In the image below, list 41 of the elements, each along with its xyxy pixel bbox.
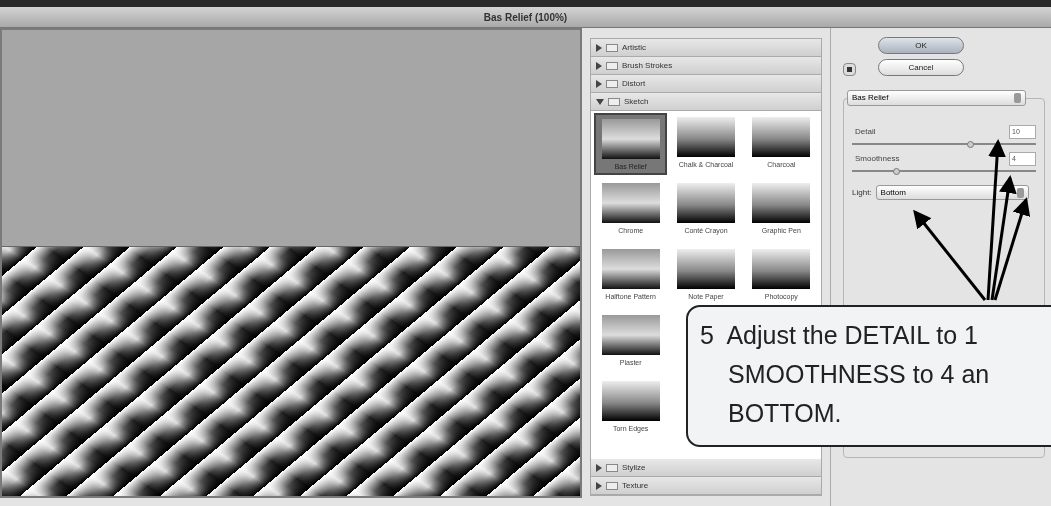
callout-text: SMOOTHNESS to 4 an — [728, 359, 990, 390]
slider-track[interactable] — [852, 168, 1036, 175]
filter-preview-image — [601, 183, 660, 223]
filter-preview-image — [752, 117, 811, 157]
filter-preview-image — [677, 249, 735, 289]
folder-icon — [608, 97, 620, 106]
stepper-icon — [1014, 93, 1021, 103]
category-row[interactable]: Stylize — [591, 459, 821, 477]
collapse-icon[interactable] — [843, 63, 856, 76]
filter-preview-image — [677, 183, 735, 223]
slider-thumb[interactable] — [966, 141, 974, 148]
slider-thumb[interactable] — [893, 168, 901, 175]
folder-icon — [606, 61, 618, 70]
filter-preview-image — [601, 315, 660, 355]
category-row[interactable]: Artistic — [591, 39, 821, 57]
ok-button[interactable]: OK — [878, 37, 964, 54]
category-row[interactable]: Texture — [591, 477, 821, 495]
slider-label: Detail — [855, 126, 876, 138]
category-row[interactable]: Brush Strokes — [591, 57, 821, 75]
window-title: Bas Relief (100%) — [483, 10, 568, 25]
filter-dropdown[interactable]: Bas Relief — [847, 90, 1026, 106]
filter-preview-image — [752, 249, 811, 289]
filter-preview-image — [601, 381, 660, 421]
filter-preview-image — [601, 249, 660, 289]
callout-text: 5 Adjust the DETAIL to 1 — [700, 320, 978, 351]
filter-preview-image — [752, 183, 811, 223]
filter-preview-image — [677, 117, 735, 157]
slider-track[interactable] — [852, 141, 1036, 148]
callout-text: BOTTOM. — [728, 398, 842, 429]
light-dropdown[interactable]: Bottom — [875, 185, 1029, 200]
filter-preview-image — [601, 119, 660, 159]
category-row[interactable]: Distort — [591, 75, 821, 93]
stepper-icon — [1016, 187, 1024, 198]
slider-label: Smoothness — [855, 153, 900, 165]
category-row[interactable]: Sketch — [591, 93, 821, 111]
folder-icon — [606, 43, 618, 52]
folder-icon — [606, 463, 618, 472]
folder-icon — [606, 79, 618, 88]
light-label: Light: — [852, 186, 872, 199]
folder-icon — [606, 481, 618, 490]
cancel-button[interactable]: Cancel — [878, 59, 964, 76]
